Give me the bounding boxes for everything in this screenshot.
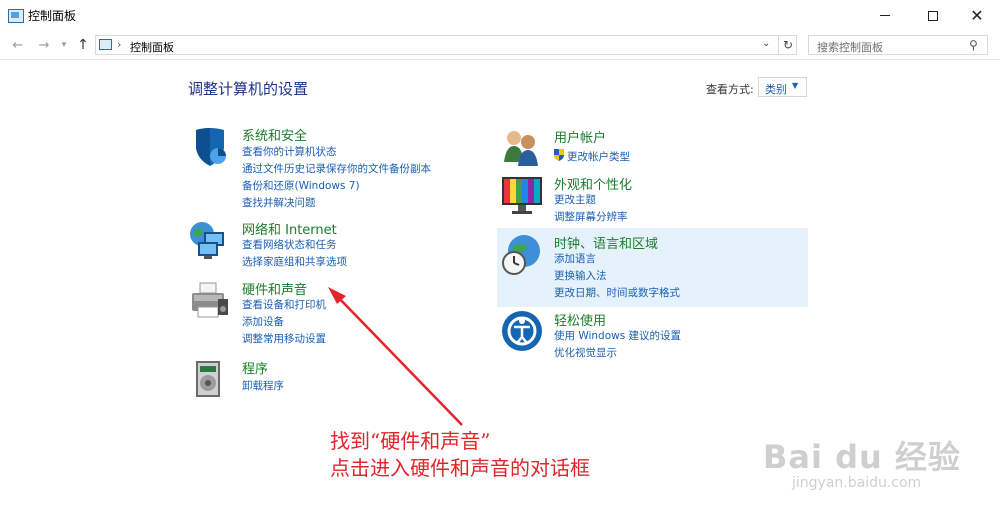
annotation-text: 找到“硬件和声音” 点击进入硬件和声音的对话框 <box>330 428 590 482</box>
annotation-line-2: 点击进入硬件和声音的对话框 <box>330 456 590 480</box>
baidu-watermark-url: jingyan.baidu.com <box>792 475 922 491</box>
annotation-line-1: 找到“硬件和声音” <box>330 429 491 453</box>
baidu-watermark-logo: Bai du 经验 <box>763 438 961 476</box>
